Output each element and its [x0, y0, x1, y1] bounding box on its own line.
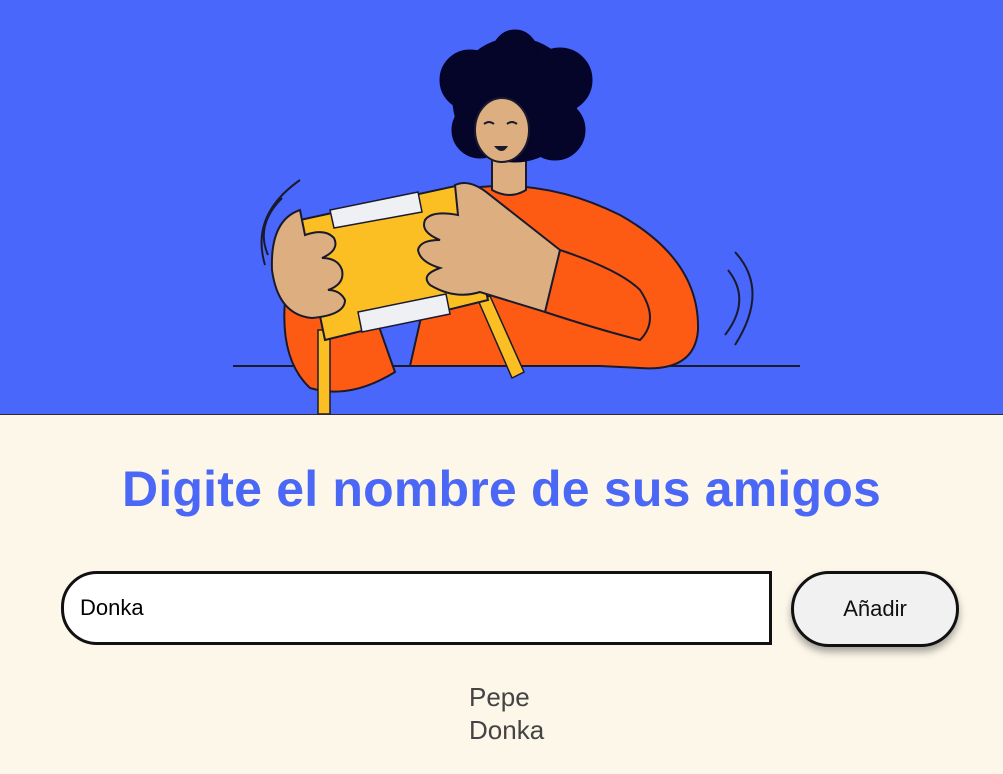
- friend-name-input[interactable]: [61, 571, 772, 645]
- main-content: Digite el nombre de sus amigos Añadir Pe…: [0, 415, 1003, 774]
- friends-list: Pepe Donka: [469, 681, 544, 747]
- person-gaming-illustration: [233, 29, 800, 414]
- list-item: Donka: [469, 715, 545, 745]
- page-title: Digite el nombre de sus amigos: [122, 461, 881, 517]
- add-friend-button[interactable]: Añadir: [791, 571, 959, 647]
- hero-banner: [0, 0, 1003, 415]
- list-item: Pepe: [469, 682, 530, 712]
